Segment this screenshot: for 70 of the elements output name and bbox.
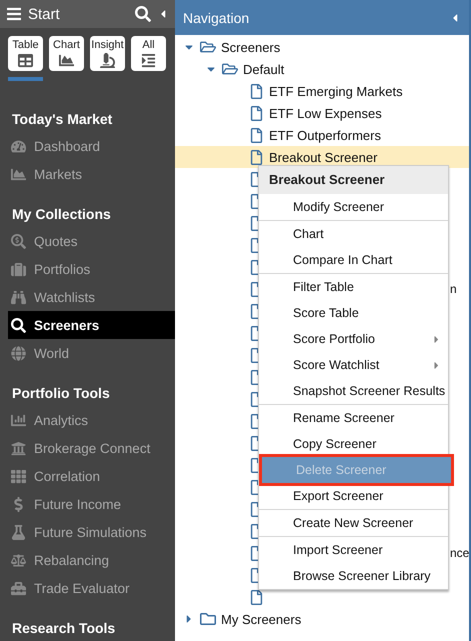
- sidebar-item[interactable]: Screeners: [8, 311, 175, 339]
- section-heading: Portfolio Tools: [11, 384, 111, 403]
- sidebar-item[interactable]: Analytics: [0, 406, 175, 434]
- panel-title: Navigation: [183, 10, 250, 26]
- sidebar-item[interactable]: Portfolios: [0, 255, 175, 283]
- sidebar-title: Start: [28, 6, 61, 22]
- sidebar-item[interactable]: Quotes: [0, 227, 175, 255]
- sidebar-item[interactable]: Correlation: [0, 462, 175, 490]
- menu-item[interactable]: Score Watchlist: [259, 352, 448, 378]
- tree-item-text: n: [450, 282, 457, 296]
- sidebar-item[interactable]: Dashboard: [0, 132, 175, 160]
- tree-item[interactable]: Breakout Screener: [175, 146, 470, 168]
- view-button[interactable]: All: [131, 36, 166, 71]
- menu-item[interactable]: Create New Screener: [259, 510, 448, 536]
- view-button[interactable]: Insight: [90, 36, 125, 71]
- sidebar-item[interactable]: Markets: [0, 160, 175, 188]
- menu-item[interactable]: Modify Screener: [259, 194, 448, 220]
- menu-item[interactable]: Copy Screener: [259, 431, 448, 457]
- scale-icon: [10, 552, 26, 568]
- toolbox-icon: [10, 580, 26, 596]
- menu-item[interactable]: Import Screener: [259, 537, 448, 563]
- folder-icon: [200, 611, 216, 627]
- dollar-magnifier-icon: [10, 234, 26, 248]
- sidebar-item[interactable]: Future Simulations: [0, 518, 175, 546]
- flask-icon: [10, 524, 26, 540]
- gauge-icon: [10, 138, 26, 154]
- globe-icon: [10, 346, 26, 360]
- menu-item[interactable]: Snapshot Screener Results: [259, 378, 448, 404]
- folder-icon: [222, 61, 238, 77]
- tree-item[interactable]: Screeners: [221, 40, 280, 54]
- tree-item[interactable]: Default: [243, 62, 284, 76]
- sidebar-item[interactable]: Trade Evaluator: [0, 574, 175, 602]
- menu-item[interactable]: Compare In Chart: [259, 247, 448, 273]
- section-heading: My Collections: [11, 205, 112, 224]
- tree-item[interactable]: ETF Outperformers: [175, 124, 470, 146]
- bank-icon: [10, 440, 26, 456]
- sidebar-item[interactable]: Future Income: [0, 490, 175, 518]
- view-button[interactable]: Table: [8, 36, 43, 71]
- binoculars-icon: [10, 290, 26, 304]
- table-icon: [18, 53, 33, 68]
- folder-icon: [200, 39, 216, 55]
- menu-item[interactable]: Rename Screener: [259, 405, 448, 431]
- tree-item-text: nce: [450, 546, 470, 560]
- suitcase-icon: [10, 262, 26, 276]
- tree-item[interactable]: ETF Low Expenses: [175, 102, 470, 124]
- area-chart-icon: [59, 53, 74, 68]
- view-button[interactable]: Chart: [49, 36, 84, 71]
- grid-icon: [10, 468, 26, 484]
- menu-item[interactable]: Chart: [259, 221, 448, 247]
- bar-chart-icon: [10, 412, 26, 428]
- search-icon: [10, 318, 26, 332]
- area-chart-icon: [10, 166, 26, 182]
- microscope-icon: [100, 53, 115, 68]
- sidebar-item[interactable]: Watchlists: [0, 283, 175, 311]
- section-heading: Research Tools: [11, 619, 116, 638]
- menu-item[interactable]: Browse Screener Library: [259, 563, 448, 589]
- section-heading: Today's Market: [11, 110, 114, 129]
- sidebar-item[interactable]: Brokerage Connect: [0, 434, 175, 462]
- menu-item[interactable]: Export Screener: [259, 483, 448, 509]
- indent-icon: [141, 53, 156, 68]
- menu-item[interactable]: Filter Table: [259, 274, 448, 300]
- tree-item[interactable]: ETF Emerging Markets: [175, 80, 470, 102]
- sidebar-item[interactable]: World: [0, 339, 175, 367]
- menu-icon[interactable]: [6, 6, 22, 22]
- sidebar-item[interactable]: Rebalancing: [0, 546, 175, 574]
- menu-title: Breakout Screener: [259, 166, 448, 194]
- menu-item[interactable]: Score Portfolio: [259, 326, 448, 352]
- menu-item[interactable]: Score Table: [259, 300, 448, 326]
- tree-item[interactable]: My Screeners: [221, 612, 302, 626]
- search-icon[interactable]: [135, 6, 151, 22]
